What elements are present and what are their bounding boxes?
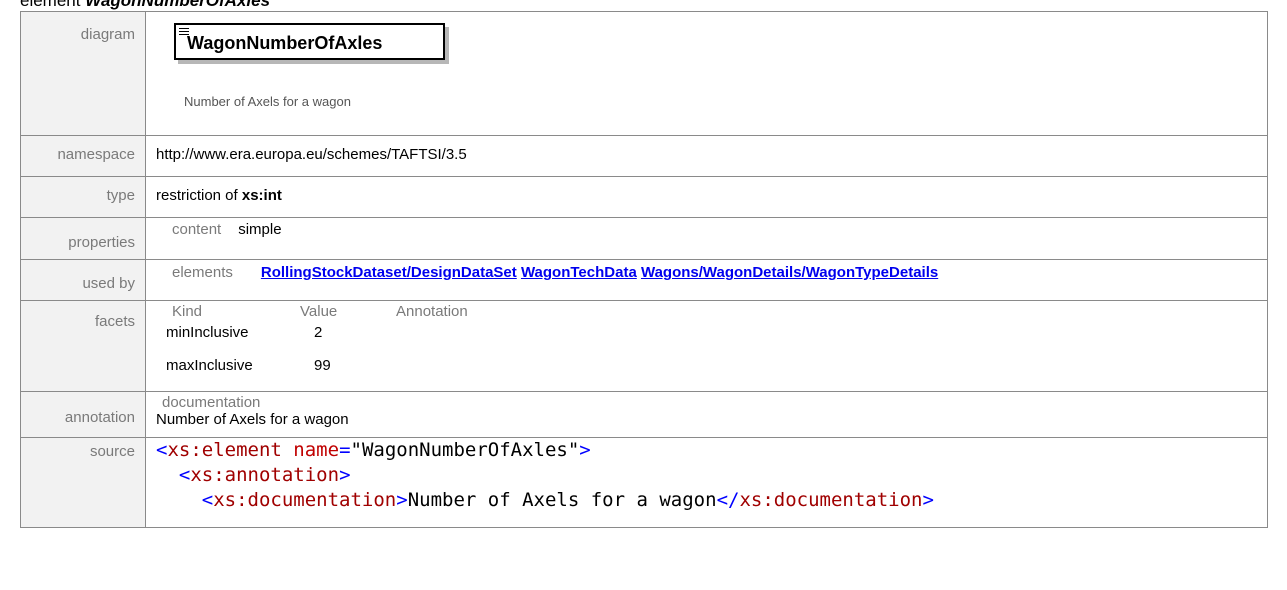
type-label-cell: type [20, 176, 146, 218]
annotation-key: documentation [162, 394, 261, 411]
diagram-element-name: WagonNumberOfAxles [187, 33, 383, 53]
facets-label-cell: facets [20, 300, 146, 392]
used-by-cell: elements RollingStockDataset/DesignDataSe… [145, 259, 1268, 301]
namespace-label: namespace [57, 146, 135, 163]
properties-label-cell: properties [20, 217, 146, 260]
type-prefix: restriction of [156, 187, 242, 204]
source-row: source <xs:element name="WagonNumberOfAx… [20, 437, 1268, 528]
namespace-value: http://www.era.europa.eu/schemes/TAFTSI/… [156, 146, 467, 163]
properties-row: properties content simple [20, 217, 1268, 260]
source-attr-name: name [293, 439, 340, 461]
type-label: type [106, 187, 135, 204]
source-tag-documentation-close: xs:documentation [739, 489, 923, 511]
source-code: <xs:element name="WagonNumberOfAxles"> <… [156, 439, 934, 511]
annotation-label: annotation [64, 409, 135, 426]
source-tag-annotation: xs:annotation [190, 464, 340, 486]
diagram-node-box: WagonNumberOfAxles [174, 23, 445, 60]
facets-header-kind: Kind [172, 303, 203, 320]
heading-prefix: element [20, 0, 86, 10]
heading-element-name: WagonNumberOfAxles [85, 0, 271, 10]
diagram-documentation: Number of Axels for a wagon [184, 94, 351, 109]
facet-value: 2 [314, 324, 323, 341]
schema-doc-table: diagram namespace http://www.era.europa.… [20, 11, 1268, 528]
type-base: xs:int [241, 187, 282, 204]
annotation-value: Number of Axels for a wagon [156, 411, 349, 428]
facets-label: facets [94, 313, 135, 330]
page-heading: element WagonNumberOfAxles [20, 0, 270, 11]
annotation-label-cell: annotation [20, 391, 146, 438]
facets-row: facets Kind Value Annotation minInclusiv… [20, 300, 1268, 392]
properties-cell: content simple [145, 217, 1268, 260]
used-by-link-wagontypedetails[interactable]: Wagons/WagonDetails/WagonTypeDetails [641, 264, 938, 281]
used-by-link-designdataset[interactable]: RollingStockDataset/DesignDataSet [261, 264, 517, 281]
used-by-label-cell: used by [20, 259, 146, 301]
facets-table: Kind Value Annotation minInclusive 2 max… [156, 301, 1267, 391]
facet-value: 99 [314, 357, 331, 374]
properties-value: simple [238, 221, 282, 238]
source-tag-element: xs:element [167, 439, 282, 461]
source-attr-value: "WagonNumberOfAxles" [350, 439, 580, 461]
facet-kind: minInclusive [166, 324, 249, 341]
facets-header-value: Value [300, 303, 338, 320]
namespace-label-cell: namespace [20, 135, 146, 177]
source-documentation-text: Number of Axels for a wagon [407, 489, 717, 511]
used-by-key: elements [172, 264, 233, 281]
used-by-label: used by [82, 275, 135, 292]
diagram-label: diagram [80, 26, 135, 43]
properties-key: content [172, 221, 222, 238]
diagram-element-node[interactable]: WagonNumberOfAxles [174, 23, 450, 65]
type-row: type restriction of xs:int [20, 176, 1268, 218]
source-label: source [89, 443, 135, 460]
annotation-cell: documentation Number of Axels for a wago… [145, 391, 1268, 438]
used-by-link-wagontechdata[interactable]: WagonTechData [521, 264, 637, 281]
facets-header-annotation: Annotation [396, 303, 468, 320]
namespace-row: namespace http://www.era.europa.eu/schem… [20, 135, 1268, 177]
facet-kind: maxInclusive [166, 357, 253, 374]
namespace-cell: http://www.era.europa.eu/schemes/TAFTSI/… [145, 135, 1268, 177]
source-tag-documentation: xs:documentation [213, 489, 397, 511]
diagram-label-cell: diagram [20, 11, 146, 136]
source-cell: <xs:element name="WagonNumberOfAxles"> <… [145, 437, 1268, 528]
source-label-cell: source [20, 437, 146, 528]
properties-label: properties [68, 234, 135, 251]
facets-cell: Kind Value Annotation minInclusive 2 max… [145, 300, 1268, 392]
used-by-row: used by elements RollingStockDataset/Desi… [20, 259, 1268, 301]
annotation-row: annotation documentation Number of Axels… [20, 391, 1268, 438]
type-cell: restriction of xs:int [145, 176, 1268, 218]
